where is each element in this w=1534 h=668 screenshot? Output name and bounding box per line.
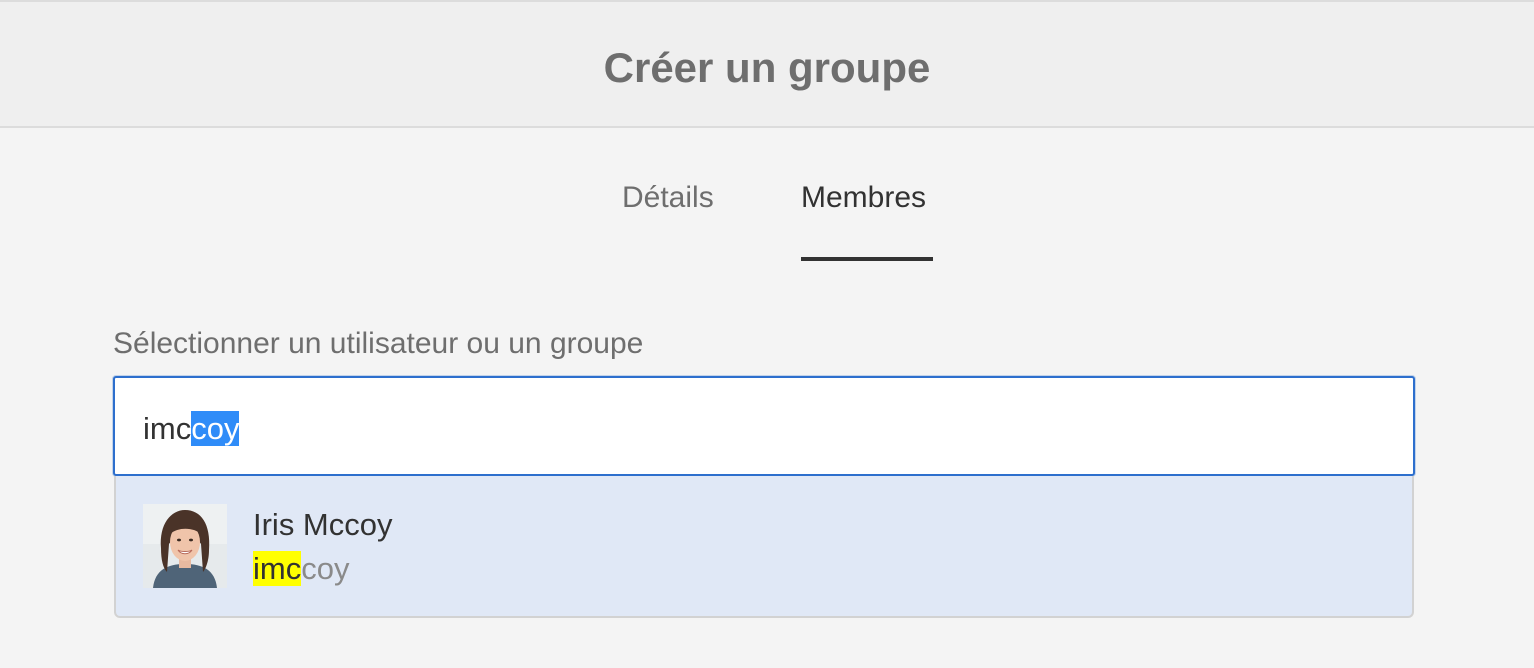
member-picker-label: Sélectionner un utilisateur ou un groupe bbox=[113, 327, 644, 360]
dialog-header: Créer un groupe bbox=[0, 0, 1534, 128]
tab-details[interactable]: Détails bbox=[622, 178, 714, 218]
tab-bar: Détails Membres bbox=[0, 128, 1534, 268]
suggestion-username: imccoy bbox=[253, 550, 349, 588]
tab-members[interactable]: Membres bbox=[801, 178, 926, 218]
suggestion-name: Iris Mccoy bbox=[253, 507, 393, 542]
active-tab-indicator bbox=[801, 257, 933, 261]
typed-text: imc bbox=[143, 411, 192, 446]
match-highlight: imc bbox=[253, 551, 302, 586]
member-search-value[interactable]: imccoy bbox=[143, 410, 240, 447]
user-avatar bbox=[143, 504, 227, 588]
member-search-input[interactable]: imccoy bbox=[113, 376, 1415, 476]
username-rest: coy bbox=[301, 551, 350, 586]
dialog-title: Créer un groupe bbox=[603, 44, 931, 91]
suggestion-list: Iris Mccoy imccoy bbox=[114, 476, 1414, 618]
autocomplete-selected-text: coy bbox=[191, 411, 240, 446]
